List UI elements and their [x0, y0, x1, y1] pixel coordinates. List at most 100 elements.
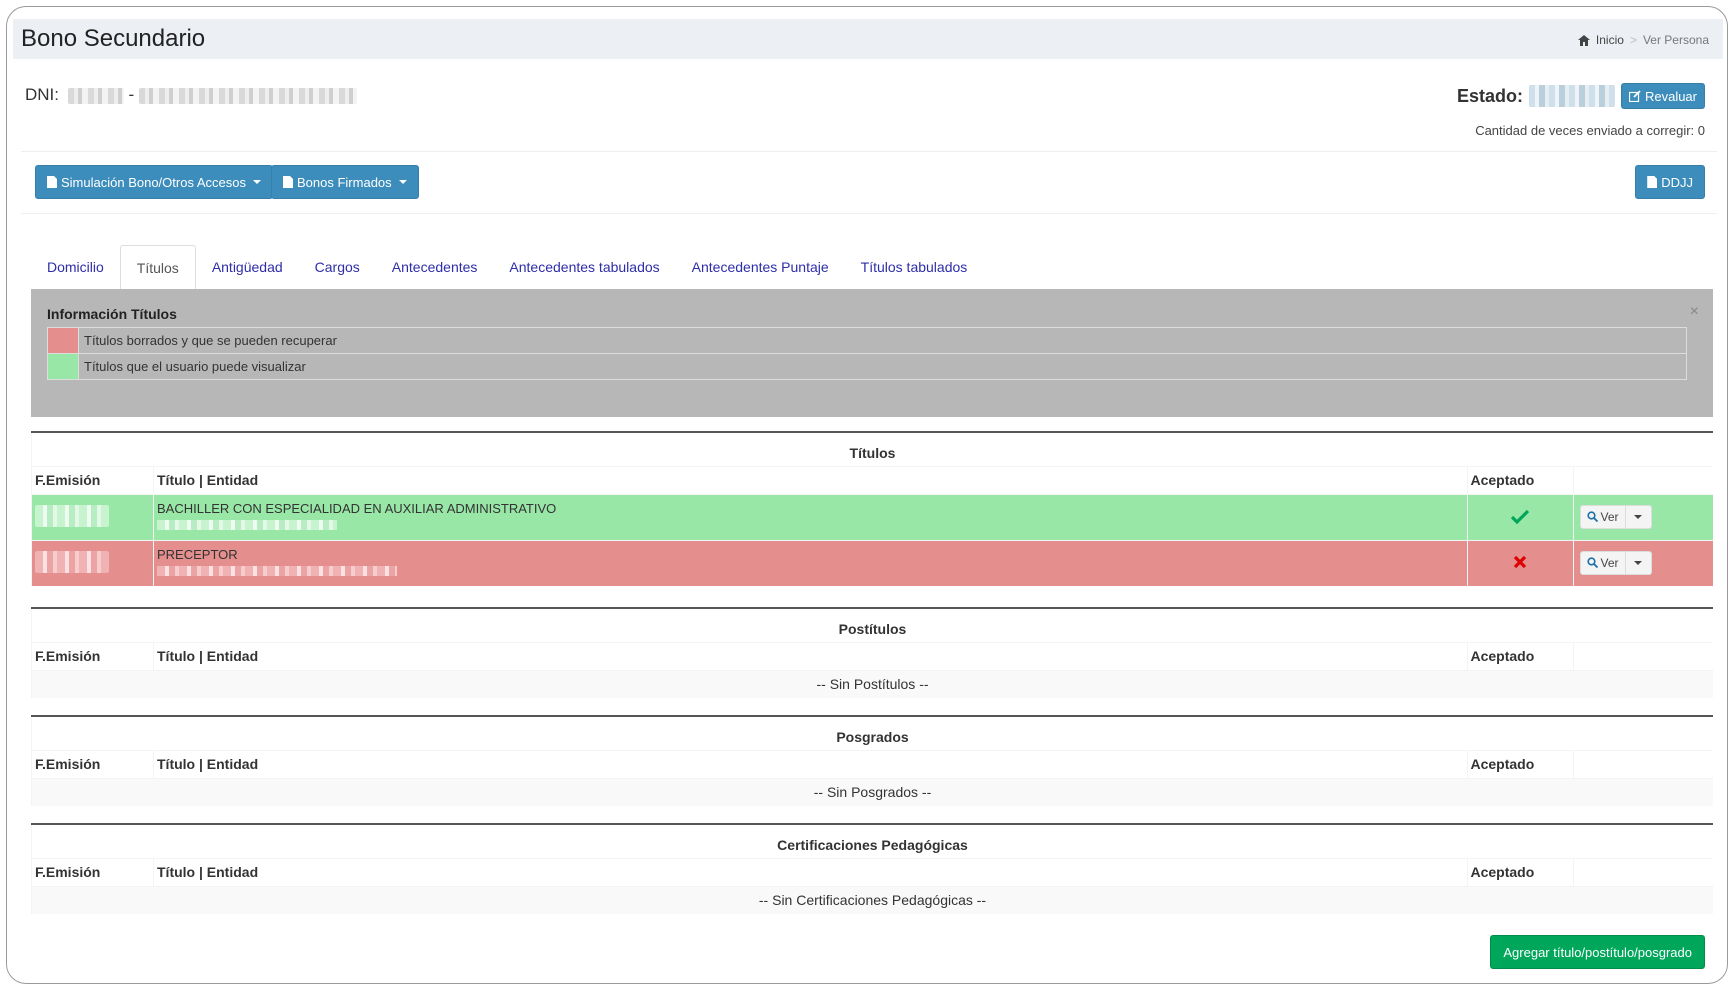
titulos-table: Títulos F.Emisión Título | Entidad Acept… [31, 431, 1713, 586]
posgrados-heading: Posgrados [31, 715, 1713, 750]
breadcrumb-current: Ver Persona [1642, 33, 1709, 47]
entidad-redacted [157, 565, 397, 576]
bonos-firmados-label: Bonos Firmados [297, 174, 392, 190]
ver-button[interactable]: Ver [1579, 550, 1626, 575]
file-icon [47, 176, 57, 188]
dni-dash: - [128, 85, 135, 104]
search-icon [1586, 511, 1598, 522]
fecha-cell [31, 493, 154, 540]
tab-domicilio[interactable]: Domicilio [31, 245, 120, 289]
empty-row: -- Sin Posgrados -- [31, 777, 1713, 806]
table-row: PRECEPTOR Ver [31, 539, 1713, 586]
cantidad-enviado-text: Cantidad de veces enviado a corregir: 0 [1475, 123, 1705, 138]
legend-text: Títulos que el usuario puede visualizar [78, 353, 1687, 380]
ver-dropdown-toggle[interactable] [1625, 504, 1652, 529]
col-aceptado: Aceptado [1466, 749, 1573, 778]
tab-titulos-tabulados[interactable]: Títulos tabulados [845, 245, 984, 289]
tabs-bar: Domicilio Títulos Antigüedad Cargos Antecede… [31, 245, 983, 289]
ddjj-button[interactable]: DDJJ [1635, 165, 1705, 199]
tab-antiguedad[interactable]: Antigüedad [196, 245, 299, 289]
ver-dropdown-toggle[interactable] [1625, 550, 1652, 575]
tab-cargos[interactable]: Cargos [299, 245, 376, 289]
revaluar-button[interactable]: Revaluar [1620, 83, 1705, 109]
file-icon [283, 176, 293, 188]
fecha-redacted [35, 550, 109, 573]
col-titulo-entidad: Título | Entidad [153, 641, 1467, 670]
caret-down-icon [398, 180, 407, 184]
info-titulos-title: Información Títulos [47, 306, 177, 322]
empty-message: -- Sin Posgrados -- [31, 777, 1713, 806]
search-icon [1586, 557, 1598, 568]
divider [21, 151, 1717, 152]
estado-label: Estado: [1456, 85, 1523, 106]
caret-down-icon [1634, 514, 1643, 519]
page-title: Bono Secundario [21, 25, 206, 52]
close-icon[interactable]: × [1690, 303, 1699, 321]
agregar-titulo-button[interactable]: Agregar título/postítulo/posgrado [1490, 935, 1705, 969]
col-acciones [1572, 641, 1713, 670]
ver-button-group: Ver [1579, 504, 1711, 529]
col-titulo-entidad: Título | Entidad [153, 465, 1467, 494]
titulo-name: BACHILLER CON ESPECIALIDAD EN AUXILIAR A… [157, 500, 557, 516]
col-fecha-emision: F.Emisión [31, 465, 154, 494]
titulo-cell: BACHILLER CON ESPECIALIDAD EN AUXILIAR A… [153, 493, 1467, 540]
tab-antecedentes-tabulados[interactable]: Antecedentes tabulados [493, 245, 675, 289]
divider [21, 213, 1717, 214]
column-header-row: F.Emisión Título | Entidad Aceptado [31, 749, 1713, 778]
entidad-redacted [157, 519, 337, 530]
section-heading-row: Posgrados [31, 715, 1713, 750]
column-header-row: F.Emisión Título | Entidad Aceptado [31, 857, 1713, 886]
col-aceptado: Aceptado [1466, 857, 1573, 886]
tab-titulos[interactable]: Títulos [119, 245, 196, 289]
legend-row: Títulos que el usuario puede visualizar [47, 353, 1687, 380]
legend-row: Títulos borrados y que se pueden recuper… [47, 327, 1687, 354]
estado-value-redacted [1528, 85, 1615, 107]
simulacion-bono-label: Simulación Bono/Otros Accesos [61, 174, 246, 190]
revaluar-label: Revaluar [1644, 88, 1697, 104]
dni-value-redacted [67, 87, 124, 104]
app-frame: Bono Secundario Inicio > Ver Persona DNI… [6, 6, 1728, 984]
empty-message: -- Sin Certificaciones Pedagógicas -- [31, 885, 1713, 914]
col-acciones [1572, 857, 1713, 886]
section-heading-row: Postítulos [31, 607, 1713, 642]
fecha-redacted [35, 504, 109, 527]
col-acciones [1572, 465, 1713, 494]
info-titulos-box: Información Títulos × Títulos borrados y… [31, 289, 1713, 417]
fecha-cell [31, 539, 154, 586]
empty-row: -- Sin Postítulos -- [31, 669, 1713, 698]
legend-text: Títulos borrados y que se pueden recuper… [78, 327, 1687, 354]
tab-antecedentes-puntaje[interactable]: Antecedentes Puntaje [676, 245, 845, 289]
dni-label: DNI: [25, 85, 59, 104]
acciones-cell: Ver [1572, 539, 1713, 586]
col-aceptado: Aceptado [1466, 641, 1573, 670]
column-header-row: F.Emisión Título | Entidad Aceptado [31, 641, 1713, 670]
breadcrumb-home-link[interactable]: Inicio [1596, 33, 1624, 47]
caret-down-icon [252, 180, 261, 184]
simulacion-bono-button[interactable]: Simulación Bono/Otros Accesos [35, 165, 273, 199]
bonos-firmados-button[interactable]: Bonos Firmados [271, 165, 419, 199]
tab-antecedentes[interactable]: Antecedentes [376, 245, 494, 289]
check-icon [1511, 509, 1529, 524]
titulos-heading: Títulos [31, 431, 1713, 466]
col-acciones [1572, 749, 1713, 778]
col-aceptado: Aceptado [1466, 465, 1573, 494]
home-icon [1577, 34, 1590, 46]
empty-message: -- Sin Postítulos -- [31, 669, 1713, 698]
name-redacted [138, 87, 357, 104]
ver-button[interactable]: Ver [1579, 504, 1626, 529]
titulos-section: Títulos F.Emisión Título | Entidad Acept… [31, 431, 1713, 586]
ver-button-group: Ver [1579, 550, 1711, 575]
empty-row: -- Sin Certificaciones Pedagógicas -- [31, 885, 1713, 914]
postitulos-heading: Postítulos [31, 607, 1713, 642]
ver-label: Ver [1600, 509, 1619, 524]
cross-icon [1513, 555, 1527, 568]
postitulos-table: Postítulos F.Emisión Título | Entidad Ac… [31, 607, 1713, 698]
certificaciones-section: Certificaciones Pedagógicas F.Emisión Tí… [31, 823, 1713, 914]
col-fecha-emision: F.Emisión [31, 857, 154, 886]
legend-table: Títulos borrados y que se pueden recuper… [47, 327, 1687, 380]
breadcrumb-separator: > [1629, 33, 1637, 47]
postitulos-section: Postítulos F.Emisión Título | Entidad Ac… [31, 607, 1713, 698]
section-heading-row: Títulos [31, 431, 1713, 466]
section-heading-row: Certificaciones Pedagógicas [31, 823, 1713, 858]
posgrados-table: Posgrados F.Emisión Título | Entidad Ace… [31, 715, 1713, 806]
